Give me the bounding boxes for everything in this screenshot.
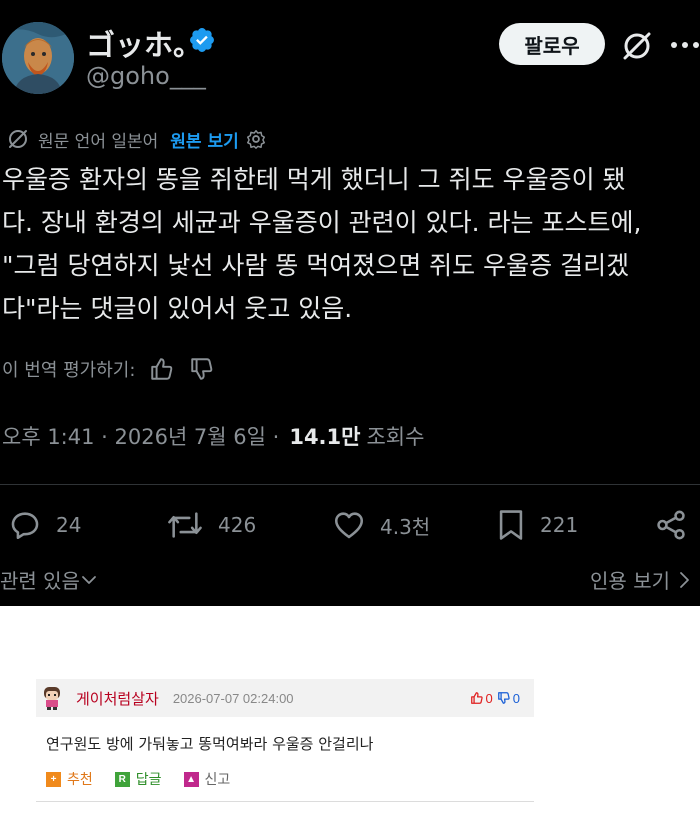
view-label: 조회수 (366, 425, 425, 449)
tweet-timestamp[interactable]: 오후 1:41 · 2026년 7월 6일 · (2, 421, 279, 451)
like-count: 4.3천 (380, 514, 431, 539)
downvote-button[interactable]: 0 (497, 691, 520, 706)
comment-item: 게이처럼살자 2026-07-07 02:24:00 0 0 연구원도 방에 가… (36, 679, 534, 802)
divider (0, 484, 700, 485)
comment-date: 2026-07-07 02:24:00 (172, 690, 294, 706)
bookmark-count: 221 (540, 513, 579, 537)
upvote-count: 0 (485, 690, 493, 706)
like-icon (334, 512, 364, 539)
verified-badge-icon (190, 28, 214, 52)
more-icon[interactable] (668, 30, 700, 60)
tweet-text-line: 다. 장내 환경의 세균과 우울증이 관련이 있다. 라는 포스트에, (2, 208, 642, 237)
tweet-meta: 오후 1:41 · 2026년 7월 6일 · 14.1만 조회수 (2, 420, 424, 452)
commenter-nickname[interactable]: 게이처럼살자 (76, 688, 159, 709)
chevron-right-icon (680, 571, 689, 588)
share-icon (657, 510, 685, 540)
comment-actions: + 추천 R 답글 ▲ 신고 (36, 765, 534, 793)
rate-translation-row: 이 번역 평가하기: (2, 354, 215, 384)
view-quotes-link[interactable]: 인용 보기 (590, 565, 692, 594)
report-label: 신고 (204, 772, 231, 788)
thumbs-down-icon[interactable] (189, 356, 215, 382)
tweet-card: ゴッホ。 @goho___ 팔로우 원문 언어 일본어 원본 보기 우울증 환자… (0, 0, 700, 606)
recommend-button[interactable]: + 추천 (46, 769, 93, 789)
plus-icon: + (46, 771, 61, 787)
repost-count: 426 (218, 513, 257, 537)
thumbs-down-icon (497, 692, 510, 704)
settings-gear-icon[interactable] (245, 128, 267, 150)
report-button[interactable]: ▲ 신고 (183, 769, 231, 789)
tweet-text-line: 우울증 환자의 똥을 쥐한테 먹게 했더니 그 쥐도 우울증이 됐 (2, 165, 626, 194)
siren-icon: ▲ (183, 771, 199, 787)
repost-button[interactable]: 426 (166, 500, 256, 550)
comment-body: 연구원도 방에 가둬놓고 똥먹여봐라 우울증 안걸리나 (46, 735, 374, 753)
divider (36, 801, 534, 802)
source-language-label: 원문 언어 일본어 (38, 131, 159, 152)
show-original-link[interactable]: 원본 보기 (170, 127, 238, 152)
author-name[interactable]: ゴッホ。 (86, 22, 202, 64)
bookmark-icon (499, 510, 523, 540)
rate-translation-label: 이 번역 평가하기: (2, 360, 136, 381)
repost-icon (168, 512, 202, 538)
reply-button[interactable]: 24 (8, 500, 81, 550)
chevron-down-icon (82, 575, 96, 584)
comment-votes: 0 0 (470, 679, 520, 717)
tweet-action-bar: 24 426 4.3천 221 (0, 500, 700, 550)
reply-count: 24 (56, 513, 82, 537)
author-avatar[interactable] (2, 22, 74, 94)
follow-button[interactable]: 팔로우 (499, 23, 605, 65)
thumbs-up-icon (470, 692, 483, 704)
reply-label: 답글 (135, 772, 162, 788)
commenter-avatar-icon (44, 687, 60, 710)
related-link[interactable]: 관련 있음 (0, 565, 98, 594)
tweet-text: 우울증 환자의 똥을 쥐한테 먹게 했더니 그 쥐도 우울증이 됐 다. 장내 … (2, 158, 700, 330)
downvote-count: 0 (512, 690, 520, 706)
upvote-button[interactable]: 0 (470, 691, 493, 706)
reply-comment-button[interactable]: R 답글 (114, 769, 162, 789)
reply-icon (11, 512, 39, 540)
tweet-text-line: "그럼 당연하지 낯선 사람 똥 먹여졌으면 쥐도 우울증 걸리겠 (2, 251, 630, 280)
like-button[interactable]: 4.3천 (332, 500, 430, 550)
view-quotes-label: 인용 보기 (590, 569, 670, 593)
related-label: 관련 있음 (0, 569, 80, 593)
share-button[interactable] (654, 500, 700, 550)
tweet-text-line: 다"라는 댓글이 있어서 웃고 있음. (2, 294, 353, 323)
grok-icon[interactable] (620, 29, 654, 63)
comment-header: 게이처럼살자 2026-07-07 02:24:00 0 0 (36, 679, 534, 717)
recommend-label: 추천 (67, 772, 93, 788)
view-count: 14.1만 (289, 425, 361, 449)
bookmark-button[interactable]: 221 (496, 500, 578, 550)
author-handle[interactable]: @goho___ (86, 62, 206, 90)
thumbs-up-icon[interactable] (149, 356, 175, 382)
translate-globe-icon (9, 130, 27, 148)
reply-r-icon: R (114, 771, 130, 787)
translation-bar: 원문 언어 일본어 원본 보기 (6, 126, 267, 152)
